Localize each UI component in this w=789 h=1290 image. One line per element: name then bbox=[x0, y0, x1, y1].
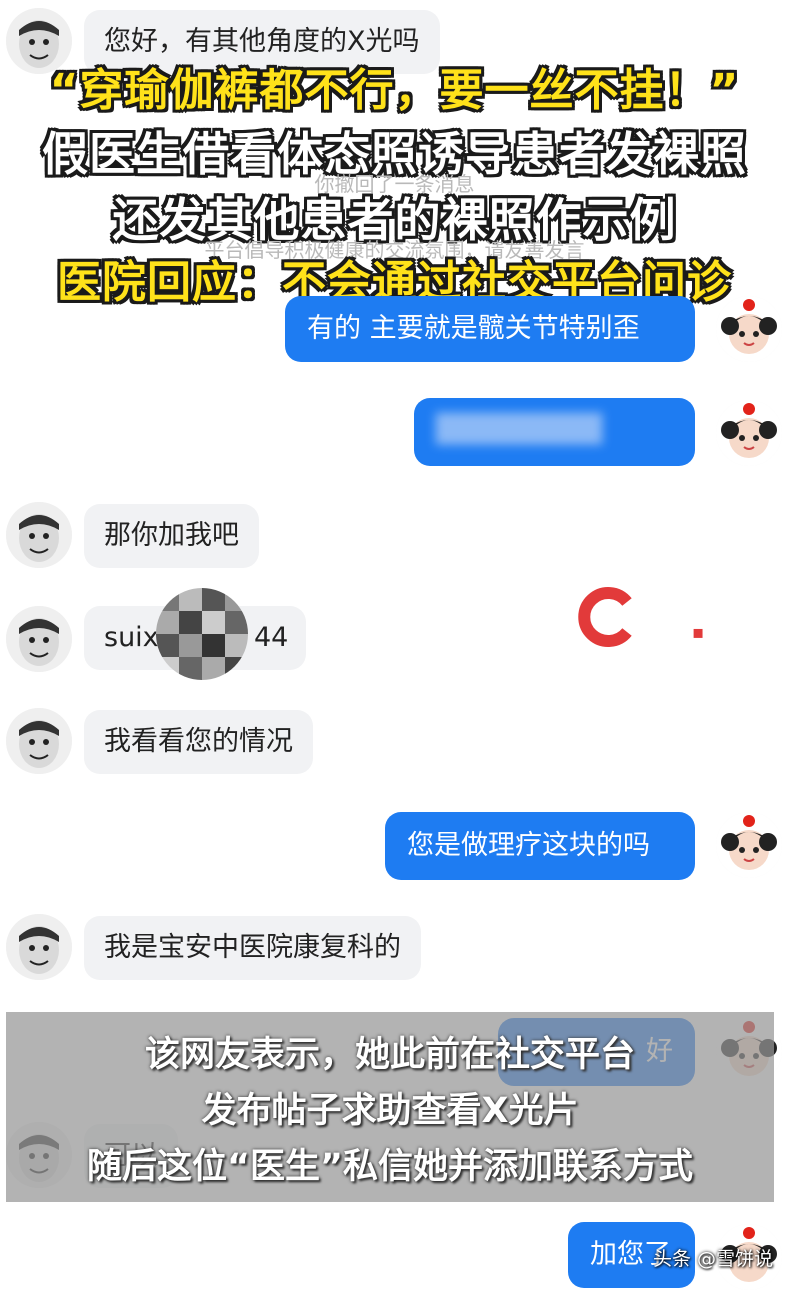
doctor-avatar[interactable] bbox=[6, 914, 72, 980]
message-bubble-outgoing[interactable]: 有的 主要就是髋关节特别歪 bbox=[285, 296, 695, 362]
message-bubble-outgoing-blurred[interactable]: ████████ bbox=[414, 398, 695, 466]
user-avatar[interactable] bbox=[716, 400, 782, 466]
user-avatar[interactable] bbox=[716, 296, 782, 362]
headline-quote: “穿瑜伽裤都不行，要一丝不挂！” bbox=[49, 65, 740, 116]
message-bubble-incoming[interactable]: 那你加我吧 bbox=[84, 504, 259, 568]
mosaic-censor bbox=[156, 588, 248, 680]
message-bubble-incoming[interactable]: 我是宝安中医院康复科的 bbox=[84, 916, 421, 980]
message-bubble-outgoing[interactable]: 您是做理疗这块的吗 bbox=[385, 812, 695, 880]
doctor-avatar[interactable] bbox=[6, 502, 72, 568]
blurred-text: ████████ bbox=[436, 414, 603, 445]
doctor-avatar[interactable] bbox=[6, 708, 72, 774]
source-watermark: 头条 @雪饼说 bbox=[652, 1248, 773, 1270]
caption-line-1: 该网友表示，她此前在社交平台 bbox=[144, 1035, 635, 1075]
logo-mark: ▪ bbox=[692, 622, 705, 643]
user-avatar[interactable] bbox=[716, 812, 782, 878]
message-bubble-incoming[interactable]: 我看看您的情况 bbox=[84, 710, 313, 774]
caption-line-3: 随后这位“医生”私信她并添加联系方式 bbox=[86, 1147, 693, 1187]
contact-id-suffix: 44 bbox=[254, 622, 289, 653]
caption-line-2: 发布帖子求助查看X光片 bbox=[201, 1091, 579, 1131]
channel-logo-icon bbox=[578, 586, 640, 648]
doctor-avatar[interactable] bbox=[6, 606, 72, 672]
contact-id-prefix: suix bbox=[104, 622, 159, 653]
